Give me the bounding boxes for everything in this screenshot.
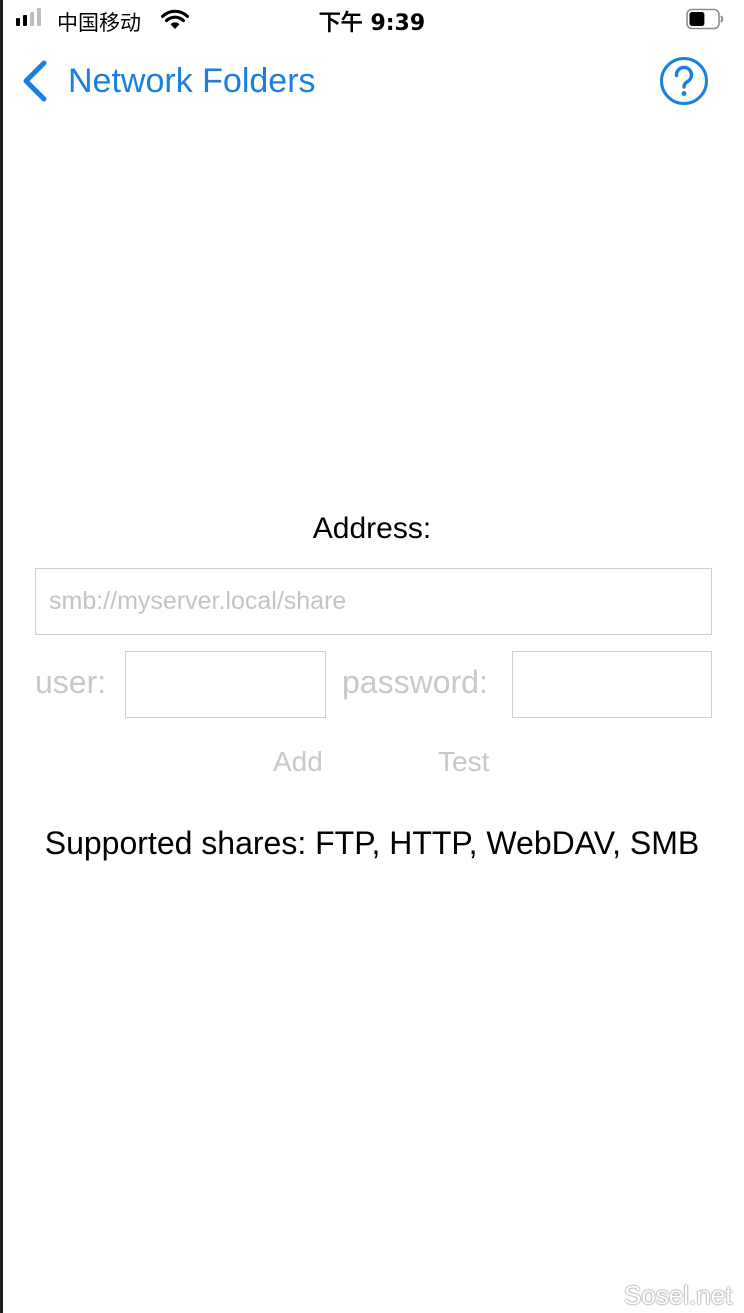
address-input[interactable] [35, 568, 712, 635]
back-button-label: Network Folders [68, 62, 316, 100]
help-button[interactable] [659, 56, 709, 106]
user-input[interactable] [125, 651, 326, 718]
password-input[interactable] [512, 651, 712, 718]
status-time: 下午 9:39 [318, 11, 426, 36]
screen-edge [0, 0, 3, 1313]
watermark: Sosel.net [624, 1280, 733, 1310]
password-label: password: [342, 664, 488, 700]
question-circle-icon [660, 57, 708, 105]
back-button[interactable]: Network Folders [18, 56, 316, 106]
battery-icon [686, 8, 724, 30]
address-label: Address: [312, 512, 432, 545]
chevron-left-icon [23, 60, 47, 102]
supported-shares-text: Supported shares: FTP, HTTP, WebDAV, SMB [44, 825, 700, 861]
navigation-bar: Network Folders [0, 48, 744, 114]
user-label: user: [35, 664, 107, 700]
add-button[interactable]: Add [273, 746, 323, 778]
status-bar: 中国移动 下午 9:39 [0, 0, 744, 40]
test-button[interactable]: Test [438, 746, 489, 778]
